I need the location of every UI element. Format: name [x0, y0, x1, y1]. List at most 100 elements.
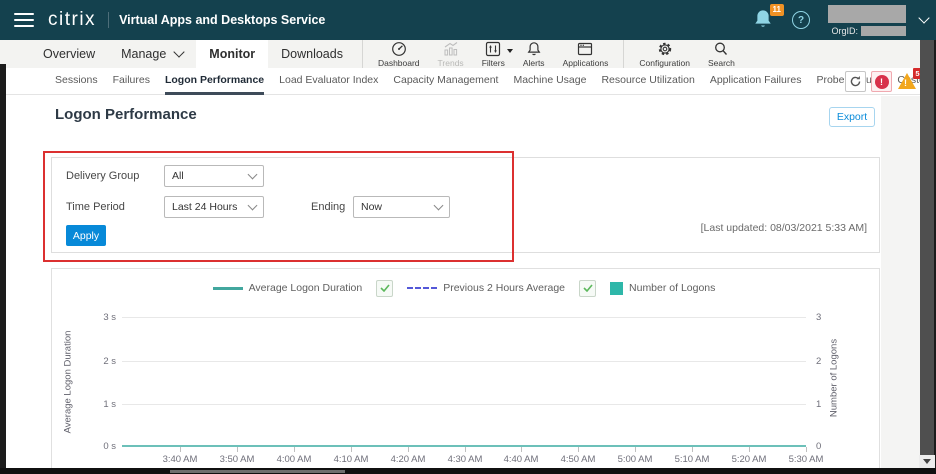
x-tickmark [180, 447, 181, 452]
account-chevron-down-icon[interactable] [918, 12, 929, 23]
warning-exclamation: ! [904, 78, 907, 88]
x-axis-label: 4:30 AM [435, 454, 495, 465]
dashboard-label: Dashboard [378, 58, 420, 68]
nav-tool-configuration[interactable]: Configuration [630, 40, 699, 68]
time-period-label: Time Period [66, 201, 125, 213]
apply-button[interactable]: Apply [66, 225, 106, 246]
delivery-group-select[interactable]: All [164, 165, 264, 187]
vertical-scrollbar[interactable] [920, 40, 934, 474]
x-tickmark [465, 447, 466, 452]
gridline-2 [122, 361, 806, 362]
tab-machine-usage[interactable]: Machine Usage [513, 68, 586, 95]
trends-label: Trends [438, 58, 464, 68]
app-window: citrix Virtual Apps and Desktops Service… [0, 0, 936, 474]
tab-failures[interactable]: Failures [113, 68, 150, 95]
dashboard-gauge-icon [390, 41, 408, 57]
monitor-tab-bar: Sessions Failures Logon Performance Load… [6, 68, 920, 95]
nav-tool-alerts[interactable]: Alerts [514, 40, 554, 68]
nav-tool-search[interactable]: Search [699, 40, 744, 68]
tab-resource-utilization[interactable]: Resource Utilization [601, 68, 694, 95]
x-axis-label: 4:00 AM [264, 454, 324, 465]
x-tickmark [408, 447, 409, 452]
error-alert-button[interactable]: ! [871, 71, 892, 92]
x-tickmark [692, 447, 693, 452]
x-axis-label: 3:50 AM [207, 454, 267, 465]
tab-application-failures[interactable]: Application Failures [710, 68, 802, 95]
nav-tool-filters[interactable]: Filters [473, 40, 514, 68]
avg-logon-duration-series-line [122, 445, 806, 448]
x-tickmark [749, 447, 750, 452]
ending-value: Now [361, 201, 382, 213]
nav-item-overview[interactable]: Overview [30, 40, 108, 68]
nav-label-downloads: Downloads [281, 47, 343, 61]
checkmark-icon [380, 284, 390, 292]
question-mark-icon: ? [798, 15, 804, 26]
nav-tool-dashboard[interactable]: Dashboard [369, 40, 429, 68]
account-info: OrgID: [828, 5, 906, 36]
left-axis-tick: 0 s [76, 441, 116, 452]
left-axis-tick: 1 s [76, 399, 116, 410]
scrollbar-down-arrow[interactable] [919, 455, 935, 468]
manage-chevron-down-icon [174, 46, 185, 57]
configuration-gear-icon [656, 41, 674, 57]
redacted-org-id [861, 26, 906, 36]
time-period-value: Last 24 Hours [172, 201, 237, 213]
dashed-indigo-swatch [407, 287, 437, 289]
delivery-group-label: Delivery Group [66, 170, 139, 182]
refresh-icon [849, 75, 862, 88]
legend-label: Previous 2 Hours Average [443, 282, 565, 294]
ending-select[interactable]: Now [353, 196, 450, 218]
teal-line-swatch [213, 287, 243, 290]
configuration-label: Configuration [639, 58, 690, 68]
alerts-bell-icon [525, 41, 543, 57]
export-label: Export [837, 111, 867, 123]
select-chevron-down-icon [248, 200, 258, 210]
x-axis-label: 4:20 AM [378, 454, 438, 465]
left-axis-tick: 2 s [76, 356, 116, 367]
tab-logon-performance[interactable]: Logon Performance [165, 68, 264, 95]
citrix-logo: citrix [48, 9, 96, 31]
tab-capacity-management[interactable]: Capacity Management [393, 68, 498, 95]
help-button[interactable]: ? [792, 11, 810, 29]
ending-label: Ending [311, 201, 345, 213]
delivery-group-value: All [172, 170, 184, 182]
nav-label-overview: Overview [43, 47, 95, 61]
x-tickmark [294, 447, 295, 452]
warning-alert-button[interactable]: ! 5 [897, 71, 921, 92]
nav-tool-applications[interactable]: Applications [554, 40, 618, 68]
x-axis-label: 4:10 AM [321, 454, 381, 465]
topbar-divider [108, 12, 109, 28]
nav-item-downloads[interactable]: Downloads [268, 40, 356, 68]
top-bar: citrix Virtual Apps and Desktops Service… [0, 0, 936, 40]
teal-square-swatch [610, 282, 623, 295]
apply-label: Apply [73, 230, 99, 242]
legend-item-number-of-logons: Number of Logons [610, 282, 715, 295]
tab-load-evaluator-index[interactable]: Load Evaluator Index [279, 68, 378, 95]
x-tickmark [635, 447, 636, 452]
time-period-select[interactable]: Last 24 Hours [164, 196, 264, 218]
notifications-button[interactable]: 11 [752, 7, 778, 33]
refresh-button[interactable] [845, 71, 866, 92]
product-title: Virtual Apps and Desktops Service [119, 13, 325, 27]
export-button[interactable]: Export [829, 107, 875, 127]
x-axis-label: 5:00 AM [605, 454, 665, 465]
avg-logon-duration-checkbox[interactable] [376, 280, 393, 297]
horizontal-scrollbar-thumb[interactable] [170, 470, 345, 473]
applications-window-icon [576, 41, 594, 57]
org-id-label: OrgID: [831, 26, 858, 36]
nav-label-manage: Manage [121, 47, 166, 61]
x-tickmark [521, 447, 522, 452]
nav-item-monitor[interactable]: Monitor [196, 40, 268, 68]
filter-panel: Delivery Group All Time Period Last 24 H… [51, 157, 880, 253]
gridline-1 [122, 404, 806, 405]
notification-count-badge: 11 [770, 4, 784, 16]
hamburger-menu-icon[interactable] [14, 13, 34, 27]
nav-item-manage[interactable]: Manage [108, 40, 196, 68]
horizontal-scrollbar[interactable] [0, 468, 936, 474]
right-gutter [881, 96, 920, 474]
x-tickmark [351, 447, 352, 452]
previous-2-hours-checkbox[interactable] [579, 280, 596, 297]
redacted-account-name [828, 5, 906, 23]
legend-item-avg-logon-duration: Average Logon Duration [213, 282, 363, 294]
tab-sessions[interactable]: Sessions [55, 68, 98, 95]
